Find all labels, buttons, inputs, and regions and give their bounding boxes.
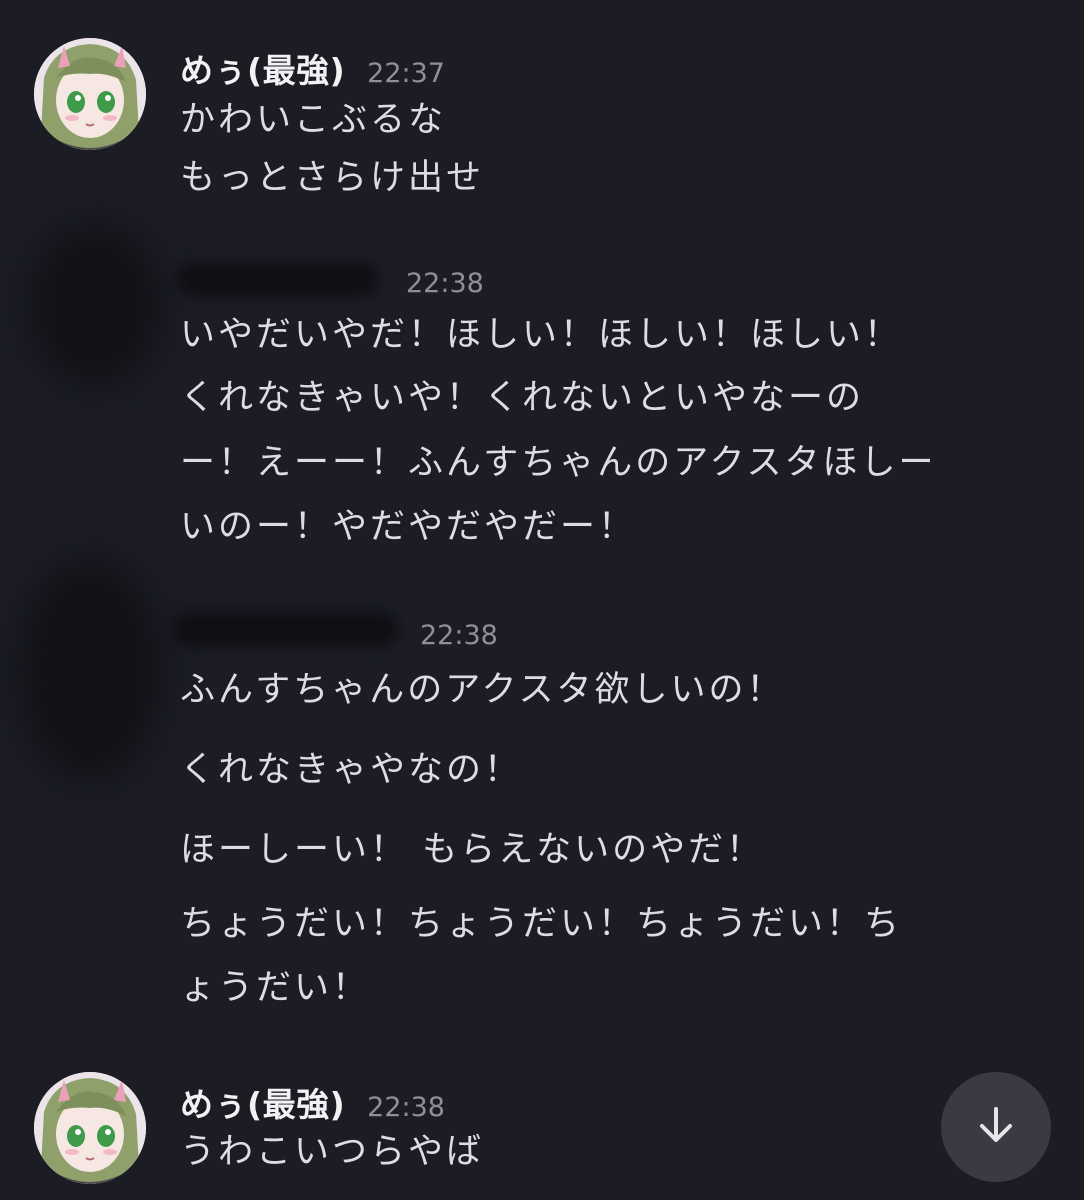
message-text: かわいこぶるな: [180, 100, 447, 140]
avatar[interactable]: [34, 1072, 146, 1184]
message-text: くれなきゃいや！くれないといやなーの: [180, 378, 865, 418]
message-text: うわこいつらやば: [180, 1132, 485, 1172]
username[interactable]: めぅ(最強): [180, 44, 345, 92]
message-text: ふんすちゃんのアクスタ欲しいの！: [180, 670, 785, 710]
avatar[interactable]: [34, 38, 146, 150]
message-text: くれなきゃやなの！: [180, 750, 523, 790]
timestamp: 22:38: [367, 1092, 445, 1123]
redacted-avatar: [30, 225, 160, 385]
message-header: めぅ(最強) 22:37: [180, 44, 445, 92]
message-text: いやだいやだ！ほしい！ほしい！ほしい！: [180, 315, 903, 355]
username[interactable]: めぅ(最強): [180, 1078, 345, 1126]
arrow-down-icon: [974, 1103, 1018, 1151]
timestamp: 22:38: [406, 268, 484, 299]
message-text: いのー！やだやだやだー！: [180, 507, 637, 547]
redacted-username: [172, 612, 398, 646]
message-text: ょうだい！: [180, 968, 371, 1008]
message-text: ほーしーい！ もらえないのやだ！: [180, 830, 765, 870]
timestamp: 22:37: [367, 58, 445, 89]
timestamp: 22:38: [420, 620, 498, 651]
message-text: もっとさらけ出せ: [180, 158, 485, 198]
message-text: ちょうだい！ちょうだい！ちょうだい！ち: [180, 904, 903, 944]
message-header: めぅ(最強) 22:38: [180, 1078, 445, 1126]
redacted-avatar: [20, 560, 160, 780]
scroll-to-bottom-button[interactable]: [941, 1072, 1051, 1182]
chat-log[interactable]: めぅ(最強) 22:37 かわいこぶるな もっとさらけ出せ 22:38 いやだい…: [0, 0, 1084, 1200]
redacted-username: [178, 262, 378, 296]
message-text: ー！えーー！ふんすちゃんのアクスタほしー: [180, 443, 937, 483]
